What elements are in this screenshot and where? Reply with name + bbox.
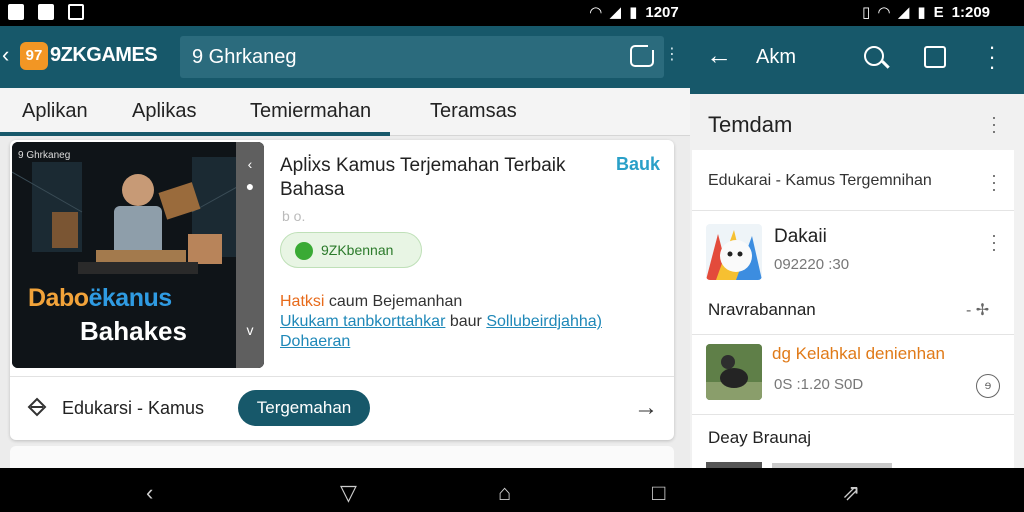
- home-nav-icon[interactable]: ⌂: [498, 480, 511, 506]
- avatar[interactable]: [706, 344, 762, 400]
- triangle-nav-icon[interactable]: ▽: [340, 480, 357, 506]
- desc-link[interactable]: Sollubeirdjahha): [486, 313, 602, 330]
- wifi-icon: ◠: [590, 4, 602, 21]
- desc-link[interactable]: Dohaeran: [280, 333, 350, 350]
- status-notification-icons: [8, 4, 84, 20]
- pin-icon[interactable]: - ✢: [966, 300, 989, 320]
- battery-icon: ▮: [917, 4, 926, 21]
- arrow-right-icon[interactable]: →: [634, 394, 658, 422]
- card-divider: [10, 376, 674, 377]
- recents-nav-icon[interactable]: □: [652, 480, 665, 506]
- desc-text: caum Bejemanhan: [324, 293, 463, 310]
- action-link[interactable]: Bauk: [616, 154, 660, 175]
- thumbnail-top-label: 9 Ghrkaneg: [18, 150, 71, 161]
- avatar[interactable]: [706, 224, 762, 280]
- section-more-icon[interactable]: · · ·: [991, 108, 997, 140]
- tab-bar: Aplikan Aplikas Temiermahan Teramsas: [0, 88, 690, 136]
- brand-name: 9ZKGAMES: [50, 44, 158, 66]
- right-header: ← Akm · · ·: [690, 26, 1024, 94]
- developer-name: 9ZKbennan: [321, 242, 394, 258]
- tab-temiermahan[interactable]: Temiermahan: [250, 100, 371, 123]
- vibrate-icon: ▯: [862, 4, 871, 21]
- search-input[interactable]: [180, 36, 610, 78]
- app-description: Hatksi caum Bejemanhan Ukukam tanbkortta…: [280, 292, 640, 352]
- share-icon[interactable]: [630, 42, 656, 67]
- tab-teramsas[interactable]: Teramsas: [430, 100, 517, 123]
- status-cluster-left: ◠ ◢ ▮ 1207: [590, 3, 679, 22]
- right-header-title: Akm: [756, 46, 796, 68]
- status-cluster-right: ▯ ◠ ◢ ▮ E 1:209: [862, 3, 991, 22]
- signal-icon: ◢: [609, 4, 622, 21]
- dot-icon: ●: [245, 178, 255, 194]
- item-more-icon[interactable]: · · ·: [991, 226, 997, 258]
- edit-icon[interactable]: [924, 46, 946, 68]
- desc-text: baur: [445, 313, 487, 330]
- list-footer-label: Deay Braunaj: [708, 428, 812, 447]
- avatar-illustration: [706, 344, 762, 400]
- thumbnail-subtitle: Bahakes: [80, 316, 187, 346]
- navigation-bar: ‹ ▽ ⌂ □ ⇗: [0, 468, 1024, 512]
- back-nav-icon[interactable]: ‹: [146, 480, 153, 506]
- wifi-icon: ◠: [878, 4, 890, 21]
- notification-media-icon: [38, 4, 54, 20]
- status-time-right: 1:209: [951, 3, 991, 21]
- app-title[interactable]: Apli̇xs Kamus Terjemahan Terbaik Bahasa: [280, 154, 580, 202]
- status-time-left: 1207: [645, 3, 679, 21]
- share-nav-icon[interactable]: ⇗: [842, 480, 860, 506]
- back-chevron-icon[interactable]: ‹: [2, 42, 9, 68]
- section-title: Temdam: [708, 112, 793, 137]
- contact-name[interactable]: dg Kelahkal denienhan: [772, 344, 945, 364]
- item-more-icon[interactable]: · · ·: [991, 166, 997, 198]
- app-meta: b o.: [282, 208, 306, 224]
- thumbnail-scroller[interactable]: ‹ ● v: [236, 142, 264, 368]
- contact-time: 092220 :30: [774, 256, 850, 273]
- signal-icon: ◢: [897, 4, 910, 21]
- developer-chip[interactable]: 9ZKbennan: [280, 232, 422, 268]
- battery-icon: ▮: [629, 4, 638, 21]
- thumbnail-title-part1: Dabo: [28, 284, 89, 312]
- status-bar: ◠ ◢ ▮ 1207 ▯ ◠ ◢ ▮ E 1:209: [0, 0, 1024, 26]
- tab-aplikas[interactable]: Aplikas: [132, 100, 196, 123]
- list-divider: [692, 210, 1014, 211]
- category-label: Edukarsi - Kamus: [62, 398, 205, 418]
- avatar-illustration: [706, 230, 762, 280]
- category-chip[interactable]: Tergemahan: [238, 390, 370, 426]
- desc-link[interactable]: Ukukam tanbkorttahkar: [280, 313, 445, 330]
- list-divider: [692, 414, 1014, 415]
- chevron-up-icon[interactable]: ‹: [236, 156, 264, 172]
- active-tab-indicator: [0, 132, 390, 136]
- list-divider: [692, 334, 1014, 335]
- notification-square-icon: [68, 4, 84, 20]
- back-arrow-icon[interactable]: ←: [706, 40, 732, 71]
- thumbnail-title: Daboëkanus: [28, 284, 172, 313]
- battery-label: E: [933, 3, 944, 21]
- search-field: [180, 36, 664, 78]
- notification-image-icon: [8, 4, 24, 20]
- chevron-down-icon[interactable]: v: [236, 322, 264, 338]
- status-badge[interactable]: ɘ: [976, 374, 1000, 398]
- tab-aplikan[interactable]: Aplikan: [22, 100, 88, 123]
- brand-logo: 97: [20, 42, 48, 70]
- next-card-peek: [10, 446, 674, 468]
- contact-name[interactable]: Dakaii: [774, 226, 827, 248]
- subheader: Nravrabannan: [708, 300, 816, 319]
- more-vert-icon[interactable]: · · ·: [988, 36, 996, 78]
- desc-highlight: Hatksi: [280, 293, 325, 310]
- list-item[interactable]: Edukarai - Kamus Tergemnihan: [708, 172, 932, 190]
- developer-icon: [295, 242, 313, 260]
- category-icon: [27, 397, 47, 417]
- search-icon[interactable]: [864, 46, 884, 66]
- app-header: ‹ 97 9ZKGAMES ⋮: [0, 26, 690, 88]
- thumbnail-title-part2: ëkanus: [88, 284, 173, 312]
- overflow-icon[interactable]: ⋮: [664, 44, 680, 64]
- contact-time: 0S :1.20 S0D: [774, 376, 864, 393]
